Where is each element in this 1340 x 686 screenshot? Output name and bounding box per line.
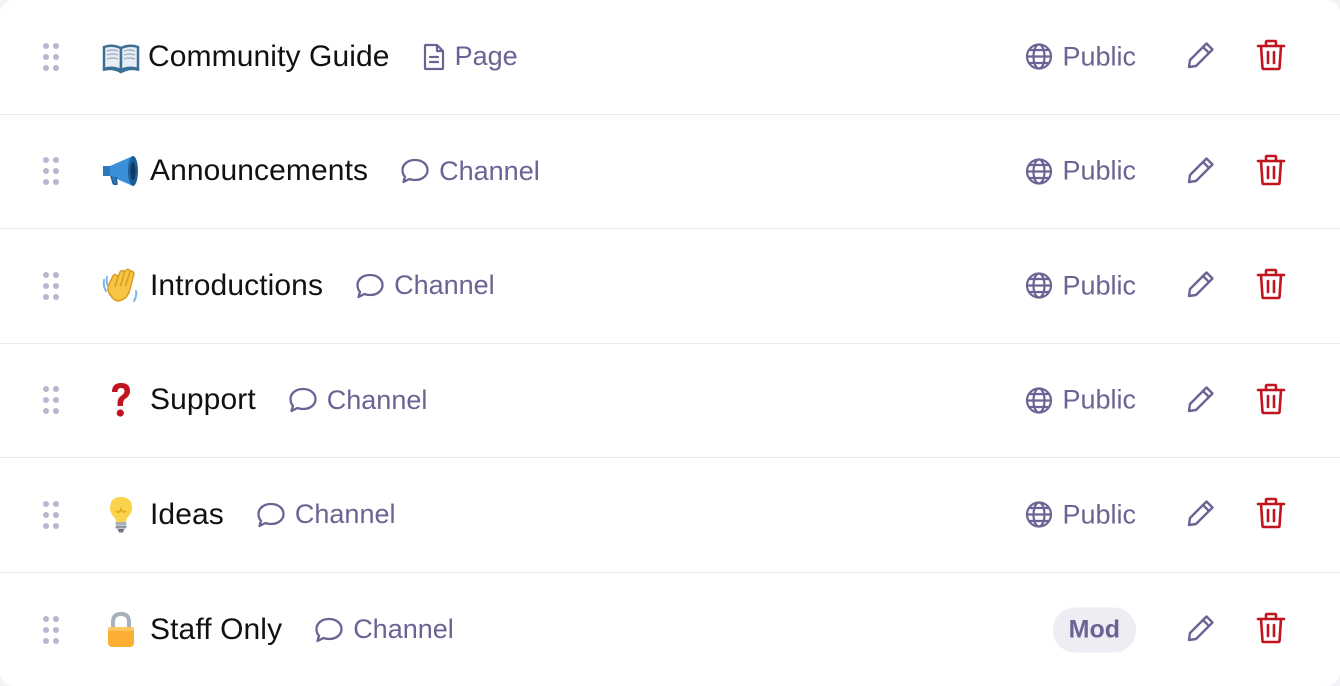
pencil-icon (1185, 154, 1217, 189)
delete-button[interactable] (1249, 149, 1293, 193)
list-item-ideas: Ideas Channel Public (0, 458, 1340, 573)
visibility-public: Public (1024, 385, 1136, 416)
delete-button[interactable] (1249, 493, 1293, 537)
edit-button[interactable] (1179, 493, 1223, 537)
pencil-icon (1185, 612, 1217, 647)
waving-hand-icon (101, 266, 141, 306)
trash-icon (1255, 496, 1287, 533)
drag-handle-icon[interactable] (42, 271, 60, 301)
item-type-label: Channel (394, 270, 495, 301)
item-type-label: Channel (326, 384, 428, 415)
list-item-support: Support Channel Public (0, 343, 1340, 458)
question-mark-icon (101, 380, 141, 420)
list-item-community-guide: Community Guide Page Public (0, 0, 1340, 115)
trash-icon (1255, 267, 1287, 304)
item-name: Introductions (150, 268, 324, 302)
edit-button[interactable] (1179, 378, 1223, 422)
drag-handle-icon[interactable] (42, 500, 60, 530)
chat-bubble-icon (314, 616, 344, 644)
item-type-label: Page (454, 41, 518, 72)
item-type-label: Channel (353, 614, 454, 645)
edit-button[interactable] (1179, 264, 1223, 308)
role-badge: Mod (1052, 607, 1136, 653)
item-type-label: Channel (439, 155, 540, 186)
item-type: Page (422, 41, 518, 72)
pencil-icon (1185, 268, 1217, 303)
item-title-group: Staff Only Channel (150, 613, 454, 647)
list-item-staff-only: Staff Only Channel Mod (0, 572, 1340, 686)
drag-handle-icon[interactable] (42, 385, 60, 415)
item-type: Channel (314, 614, 454, 645)
delete-button[interactable] (1249, 35, 1293, 79)
chat-bubble-icon (400, 157, 430, 185)
globe-icon (1024, 42, 1054, 72)
item-name: Announcements (150, 154, 369, 188)
drag-handle-icon[interactable] (42, 42, 60, 72)
item-type: Channel (256, 499, 396, 530)
item-title-group: Support Channel (150, 383, 427, 417)
visibility-label: Public (1062, 499, 1136, 530)
item-title-group: Announcements Channel (150, 154, 540, 188)
trash-icon (1255, 611, 1287, 648)
lock-icon (101, 610, 141, 650)
item-type: Channel (288, 384, 428, 416)
trash-icon (1255, 382, 1287, 419)
chat-bubble-icon (355, 272, 385, 300)
item-title-group: Community Guide Page (148, 40, 518, 74)
delete-button[interactable] (1249, 608, 1293, 652)
trash-icon (1255, 38, 1287, 75)
edit-button[interactable] (1179, 149, 1223, 193)
pencil-icon (1185, 39, 1217, 74)
item-name: Ideas (150, 497, 224, 531)
item-title-group: Introductions Channel (150, 269, 495, 303)
visibility-public: Public (1024, 499, 1136, 530)
page-icon (422, 43, 446, 71)
visibility-public: Public (1024, 41, 1136, 72)
chat-bubble-icon (288, 386, 318, 414)
chat-bubble-icon (256, 501, 286, 529)
visibility-label: Public (1062, 384, 1136, 415)
open-book-icon (101, 37, 141, 77)
delete-button[interactable] (1249, 264, 1293, 308)
light-bulb-icon (101, 495, 141, 535)
pencil-icon (1185, 383, 1217, 418)
pencil-icon (1185, 497, 1217, 532)
megaphone-icon (101, 151, 141, 191)
item-type: Channel (355, 270, 495, 301)
edit-button[interactable] (1179, 608, 1223, 652)
visibility-label: Public (1062, 155, 1136, 186)
globe-icon (1024, 271, 1054, 301)
item-name: Community Guide (148, 39, 390, 73)
globe-icon (1024, 500, 1054, 530)
globe-icon (1024, 156, 1054, 186)
visibility-public: Public (1024, 156, 1136, 187)
item-type-label: Channel (294, 499, 396, 530)
visibility-public: Public (1024, 270, 1136, 301)
item-title-group: Ideas Channel (150, 498, 395, 532)
item-type: Channel (400, 156, 540, 187)
drag-handle-icon[interactable] (42, 156, 60, 186)
item-name: Support (150, 383, 256, 417)
delete-button[interactable] (1249, 378, 1293, 422)
item-name: Staff Only (150, 612, 283, 646)
channel-list: Community Guide Page Public Announcement… (0, 0, 1340, 686)
drag-handle-icon[interactable] (42, 615, 60, 645)
globe-icon (1024, 385, 1054, 415)
visibility-label: Public (1062, 270, 1136, 301)
list-item-introductions: Introductions Channel Public (0, 229, 1340, 344)
trash-icon (1255, 153, 1287, 190)
list-item-announcements: Announcements Channel Public (0, 114, 1340, 229)
visibility-label: Public (1062, 41, 1136, 72)
edit-button[interactable] (1179, 35, 1223, 79)
